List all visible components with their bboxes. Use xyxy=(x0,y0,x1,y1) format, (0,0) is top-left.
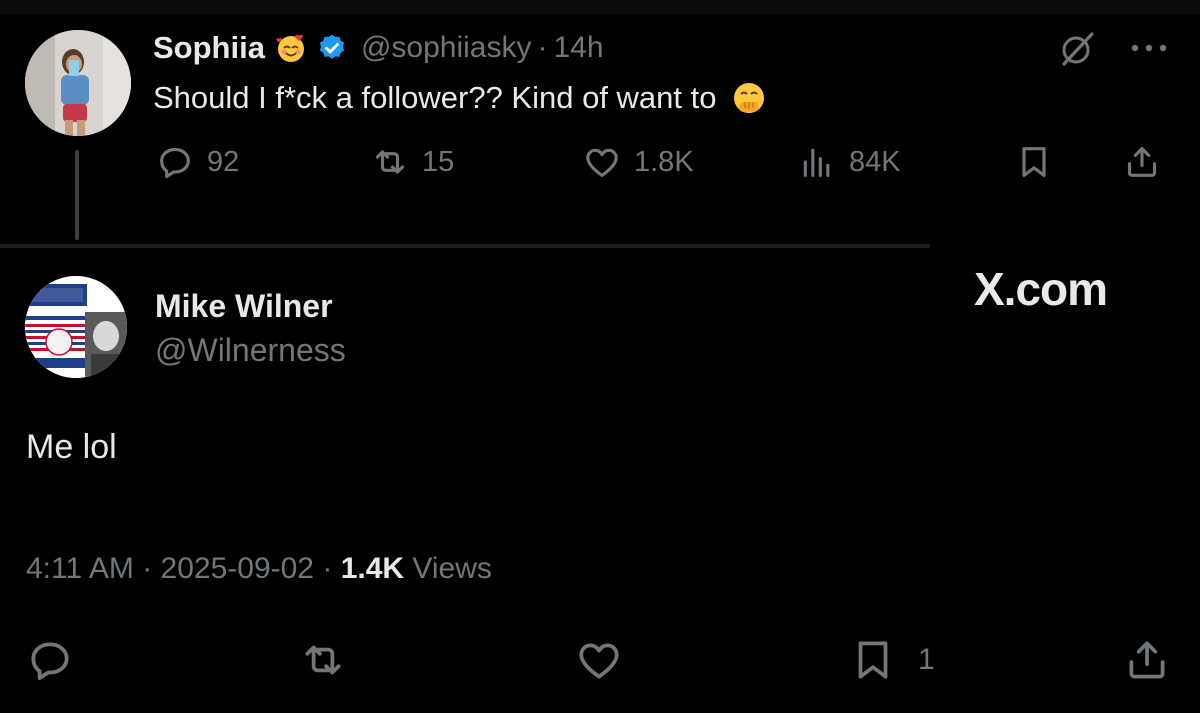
thread-line xyxy=(75,150,79,240)
face-with-hand-over-mouth-icon xyxy=(731,80,767,116)
reply-tweet-text: Me lol xyxy=(26,428,117,466)
repost-action[interactable]: 15 xyxy=(370,140,454,184)
more-options-icon[interactable] xyxy=(1127,38,1171,58)
original-tweet-text-content: Should I f*ck a follower?? Kind of want … xyxy=(153,80,717,115)
reply-tweet-reply-action[interactable] xyxy=(25,634,75,686)
bookmark-icon xyxy=(858,641,888,679)
share-icon xyxy=(1127,147,1157,177)
original-tweet-time[interactable]: 14h xyxy=(553,31,603,65)
reply-icon xyxy=(31,642,69,680)
original-tweet-header: Sophiia @sophiiasky · 14h xyxy=(153,26,604,70)
like-action[interactable]: 1.8K xyxy=(582,140,694,184)
section-divider xyxy=(0,244,930,248)
reply-icon xyxy=(160,147,190,179)
reply-views-count: 1.4K xyxy=(340,552,405,585)
smiling-face-with-hearts-icon xyxy=(275,32,307,64)
heart-icon xyxy=(579,643,619,679)
like-count: 1.8K xyxy=(634,145,694,178)
original-author-name[interactable]: Sophiia xyxy=(153,30,265,66)
reply-action[interactable]: 92 xyxy=(155,140,239,184)
bookmark-icon xyxy=(1022,147,1046,177)
meta-separator: · xyxy=(142,552,153,585)
reply-author-handle[interactable]: @Wilnerness xyxy=(155,332,346,369)
reply-timestamp[interactable]: 4:11 AM xyxy=(26,552,134,585)
repost-icon xyxy=(375,150,405,174)
reply-tweet-meta: 4:11 AM · 2025-09-02 · 1.4K Views xyxy=(26,552,492,586)
share-icon xyxy=(1129,641,1165,679)
xcom-watermark: X.com xyxy=(974,263,1108,315)
reply-tweet-like-action[interactable] xyxy=(574,634,624,686)
bookmark-count: 1 xyxy=(918,643,935,676)
original-author-handle[interactable]: @sophiiasky xyxy=(361,31,532,65)
reply-tweet-bookmark-action[interactable]: 1 xyxy=(848,634,935,686)
views-chart-icon xyxy=(803,148,830,177)
reply-tweet-share-action[interactable] xyxy=(1122,634,1172,686)
grok-icon[interactable] xyxy=(1056,28,1098,70)
reply-tweet-repost-action[interactable] xyxy=(298,634,348,686)
views-action[interactable]: 84K xyxy=(797,140,901,184)
separator-dot: · xyxy=(537,31,548,64)
verified-badge-icon xyxy=(317,33,347,63)
bookmark-action[interactable] xyxy=(1014,140,1066,184)
reply-author-name[interactable]: Mike Wilner xyxy=(155,288,333,325)
share-action[interactable] xyxy=(1122,140,1174,184)
reply-count: 92 xyxy=(207,145,240,178)
original-tweet-text: Should I f*ck a follower?? Kind of want … xyxy=(153,76,777,120)
screenshot-page: Sophiia @sophiiasky · 14h Should I f*ck … xyxy=(0,0,1200,713)
top-edge xyxy=(0,0,1200,14)
repost-count: 15 xyxy=(422,145,455,178)
reply-date[interactable]: 2025-09-02 xyxy=(161,552,314,585)
mike-wilner-avatar[interactable] xyxy=(25,276,127,378)
heart-icon xyxy=(586,148,618,177)
sophiia-avatar[interactable] xyxy=(25,30,131,136)
views-count: 84K xyxy=(849,145,901,178)
reply-views-label: Views xyxy=(412,552,492,585)
repost-icon xyxy=(305,645,341,675)
meta-separator: · xyxy=(322,552,333,585)
